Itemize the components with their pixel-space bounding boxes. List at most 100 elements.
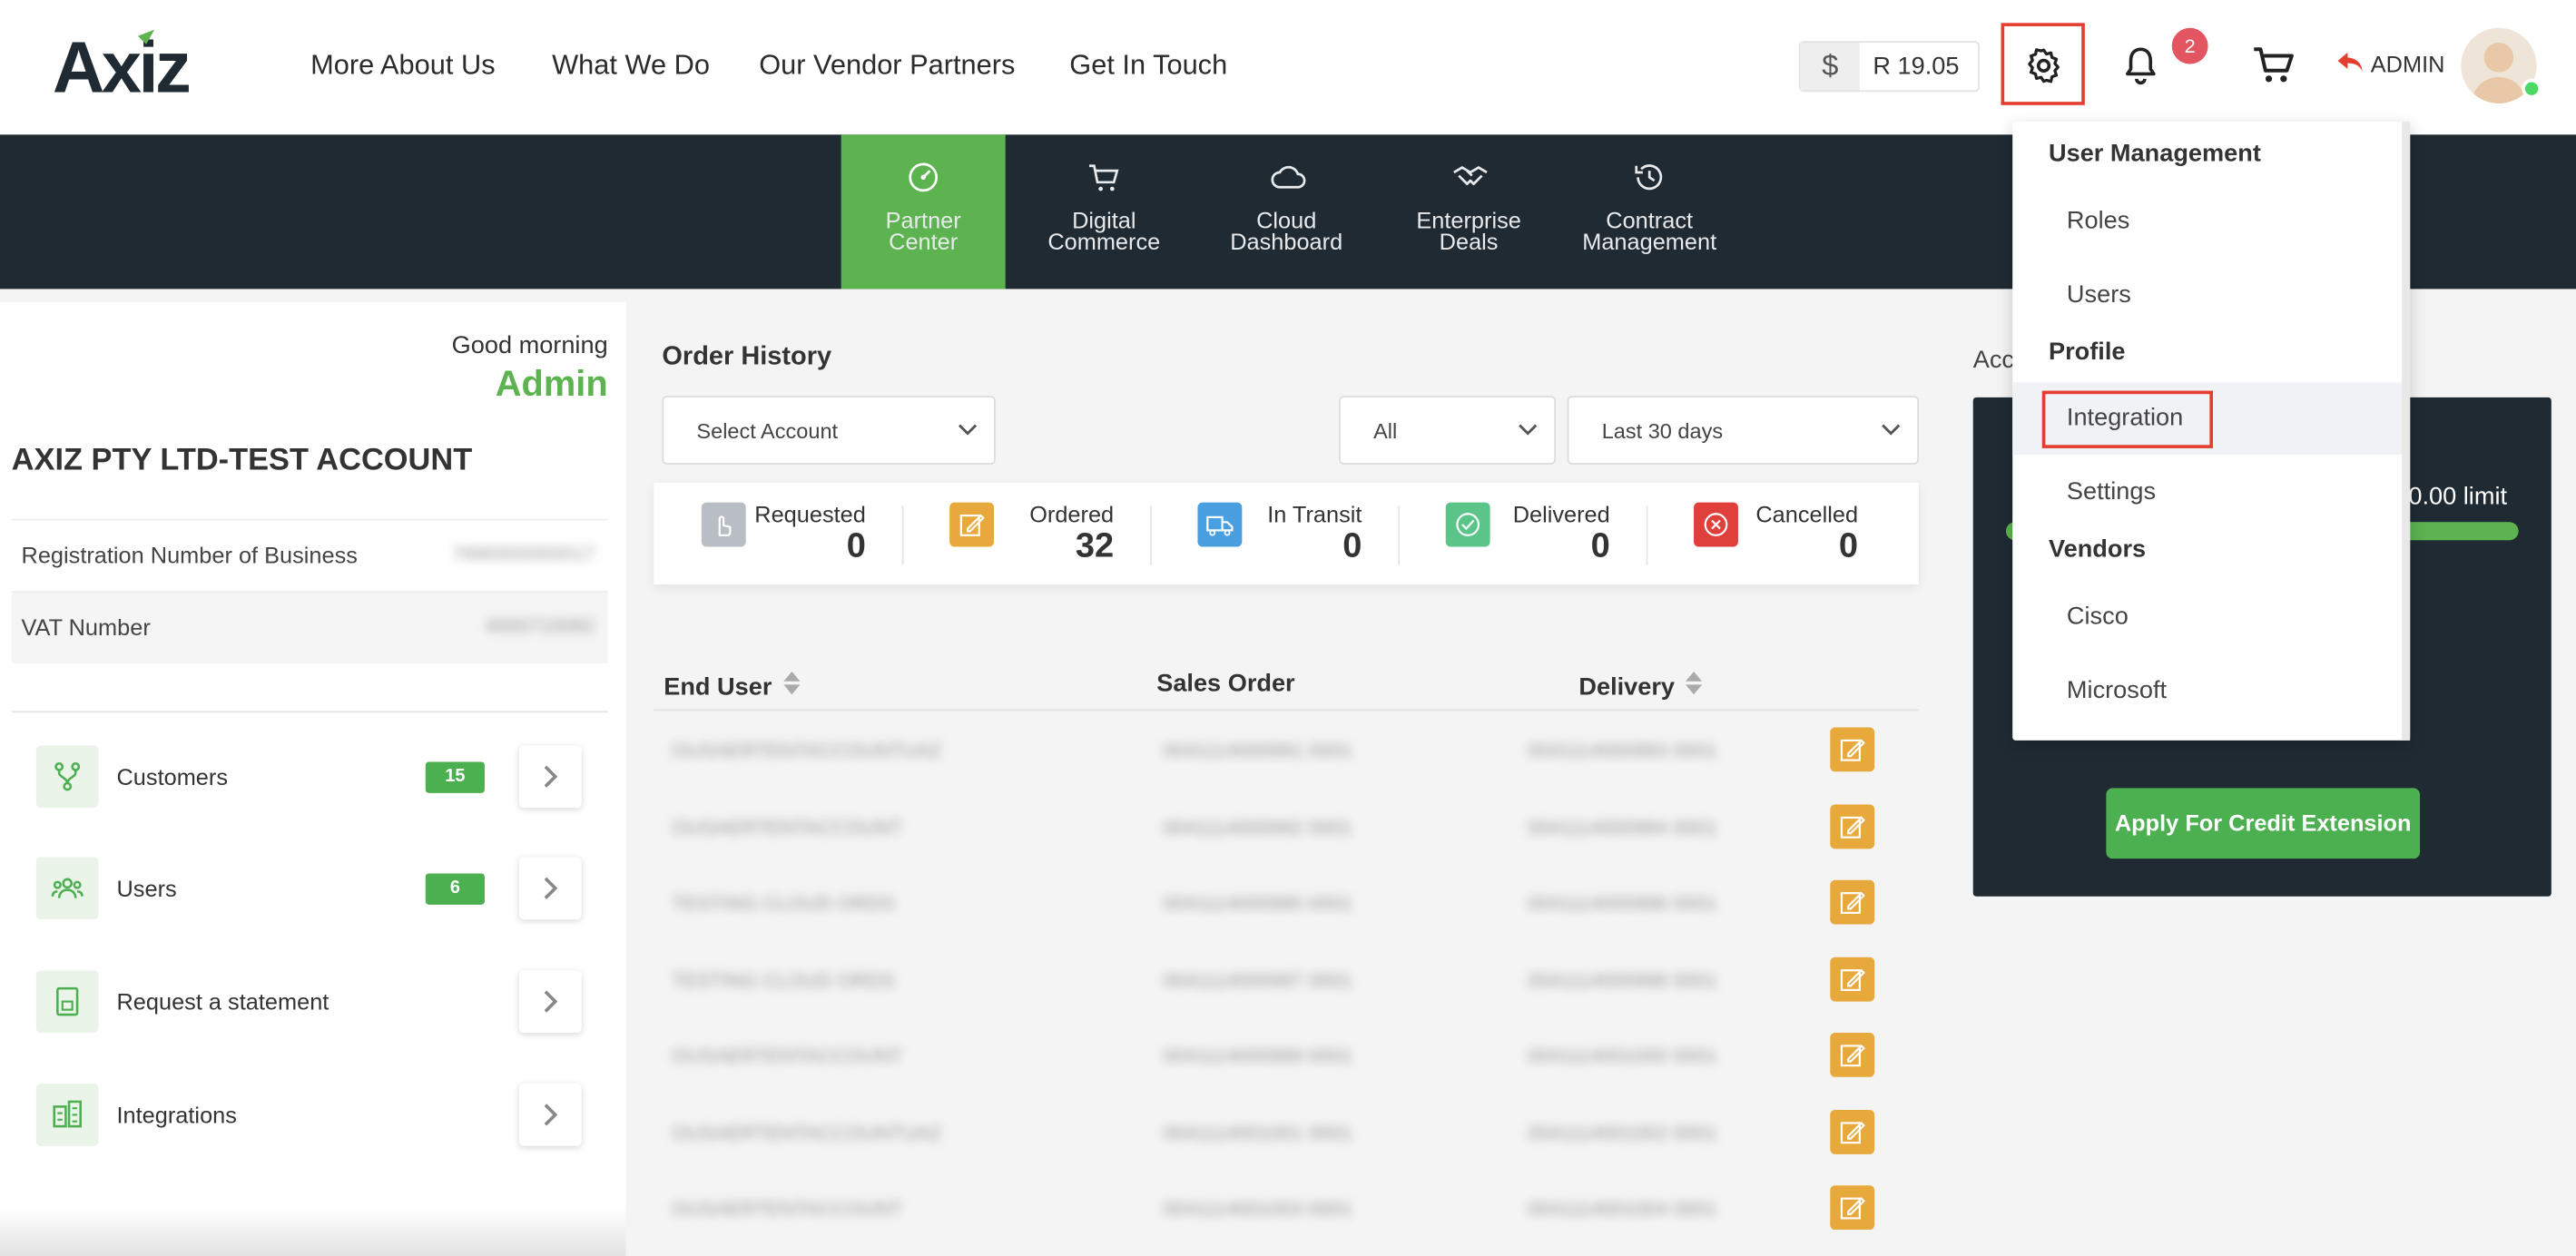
user-role-label[interactable]: ADMIN — [2371, 51, 2445, 77]
bell-icon[interactable] — [2121, 44, 2160, 87]
menu-item-users[interactable]: Users — [2012, 260, 2402, 332]
tab-enterprise-deals[interactable]: Enterprise Deals — [1387, 134, 1551, 289]
stat-label: Requested — [754, 500, 866, 527]
table-cell: TESTING CLOUD ORDS — [672, 891, 895, 915]
page: Axiz More About Us What We Do Our Vendor… — [0, 0, 2576, 1256]
menu-item-label: Integrations — [116, 1101, 237, 1128]
chevron-down-icon — [958, 424, 978, 436]
menu-item-microsoft[interactable]: Microsoft — [2012, 655, 2402, 728]
select-value: Select Account — [696, 418, 839, 444]
info-value: 4000710082 — [485, 613, 595, 637]
reply-icon[interactable] — [2336, 47, 2366, 77]
menu-item-settings[interactable]: Settings — [2012, 456, 2402, 529]
stat-value: 32 — [1075, 526, 1115, 565]
edit-order-button[interactable] — [1830, 879, 1875, 925]
column-header-delivery[interactable]: Delivery — [1578, 670, 1704, 702]
sort-icon — [1686, 671, 1703, 695]
chevron-right-button[interactable] — [518, 857, 582, 920]
apply-credit-extension-button[interactable]: Apply For Credit Extension — [2106, 788, 2421, 859]
menu-item-label: Customers — [116, 763, 229, 790]
nav-get-in-touch[interactable]: Get In Touch — [1069, 49, 1227, 82]
truck-icon — [1197, 502, 1243, 547]
menu-item-integrations[interactable]: Integrations — [35, 1084, 595, 1149]
integrations-icon — [35, 1084, 99, 1146]
status-filter-dropdown[interactable]: All — [1339, 396, 1557, 465]
tab-digital-commerce[interactable]: Digital Commerce — [1022, 134, 1186, 289]
stat-delivered[interactable]: Delivered 0 — [1398, 483, 1646, 584]
stat-requested[interactable]: Requested 0 — [654, 483, 901, 584]
notification-count-badge: 2 — [2171, 27, 2208, 64]
chevron-right-button[interactable] — [518, 970, 582, 1033]
edit-order-button[interactable] — [1830, 1032, 1875, 1077]
stat-in-transit[interactable]: In Transit 0 — [1150, 483, 1398, 584]
menu-item-users[interactable]: Users 6 — [35, 857, 595, 922]
info-row-registration: Registration Number of Business 78900000… — [11, 518, 608, 592]
table-cell: TESTING CLOUD ORDS — [672, 967, 895, 991]
online-status-dot — [2522, 78, 2542, 99]
menu-item-label: Users — [2066, 280, 2131, 309]
info-label: VAT Number — [21, 613, 151, 641]
select-account-dropdown[interactable]: Select Account — [662, 396, 996, 465]
column-header-end-user[interactable]: End User — [664, 670, 801, 702]
stat-cancelled[interactable]: Cancelled 0 — [1647, 483, 1894, 584]
column-label: Sales Order — [1156, 670, 1295, 698]
menu-item-cisco[interactable]: Cisco — [2012, 581, 2402, 653]
edit-order-button[interactable] — [1830, 1109, 1875, 1153]
chevron-down-icon — [1519, 424, 1538, 436]
edit-document-icon — [1840, 815, 1865, 838]
menu-item-label: Roles — [2066, 206, 2130, 235]
nav-vendor-partners[interactable]: Our Vendor Partners — [759, 49, 1015, 82]
dropdown-scrollbar[interactable] — [2402, 121, 2411, 741]
edit-document-icon — [1840, 1121, 1865, 1143]
tab-contract-management[interactable]: Contract Management — [1568, 134, 1732, 289]
menu-item-roles[interactable]: Roles — [2012, 185, 2402, 258]
nav-more-about-us[interactable]: More About Us — [310, 49, 496, 82]
menu-item-label: Cisco — [2066, 602, 2129, 631]
tab-cloud-dashboard[interactable]: Cloud Dashboard — [1204, 134, 1369, 289]
account-card-title: Acc — [1972, 346, 2015, 375]
edit-order-button[interactable] — [1830, 1185, 1875, 1231]
edit-order-button[interactable] — [1830, 727, 1875, 772]
info-value: 7890000000017 — [452, 542, 595, 565]
table-cell: OUSAERTENTACCOUNTUAZ — [672, 1120, 942, 1144]
chevron-right-icon — [544, 1104, 558, 1126]
edit-document-icon — [1840, 1197, 1865, 1220]
tab-line2: Center — [889, 228, 959, 255]
axiz-logo[interactable]: Axiz — [53, 26, 204, 107]
period-filter-dropdown[interactable]: Last 30 days — [1567, 396, 1920, 465]
x-circle-icon — [1694, 502, 1738, 547]
chevron-right-button[interactable] — [518, 1084, 582, 1146]
menu-item-request-statement[interactable]: Request a statement — [35, 970, 595, 1035]
tab-line2: Commerce — [1047, 228, 1161, 255]
company-name: AXIZ PTY LTD-TEST ACCOUNT — [11, 443, 473, 478]
menu-item-label: Request a statement — [116, 988, 329, 1016]
menu-item-customers[interactable]: Customers 15 — [35, 745, 595, 810]
credit-limit-text: 0.00 limit — [2408, 482, 2508, 511]
edit-order-button[interactable] — [1830, 956, 1875, 1001]
check-circle-icon — [1445, 502, 1490, 547]
nav-what-we-do[interactable]: What We Do — [552, 49, 710, 82]
stat-label: Cancelled — [1755, 500, 1859, 527]
stat-ordered[interactable]: Ordered 32 — [902, 483, 1150, 584]
settings-button[interactable] — [2001, 23, 2085, 105]
menu-item-label: Settings — [2066, 477, 2157, 506]
credit-value: R 19.05 — [1873, 52, 1960, 81]
history-icon — [1635, 164, 1663, 191]
chevron-right-button[interactable] — [518, 745, 582, 809]
edit-document-icon — [1840, 1044, 1865, 1067]
edit-order-button[interactable] — [1830, 803, 1875, 849]
stat-label: In Transit — [1267, 500, 1362, 527]
divider — [11, 711, 608, 713]
integration-highlight-box — [2041, 390, 2214, 448]
tab-line2: Deals — [1439, 228, 1499, 255]
cart-icon[interactable] — [2251, 44, 2297, 87]
tab-partner-center[interactable]: Partner Center — [841, 134, 1006, 289]
select-value: Last 30 days — [1601, 418, 1724, 444]
stat-label: Ordered — [1029, 500, 1115, 527]
info-row-vat: VAT Number 4000710082 — [11, 591, 608, 663]
table-cell: OUSAERTENTACCOUNT — [672, 1044, 903, 1067]
info-label: Registration Number of Business — [21, 542, 358, 568]
column-header-sales-order[interactable]: Sales Order — [1156, 670, 1294, 698]
cloud-icon — [1271, 165, 1306, 189]
svg-text:Axiz: Axiz — [53, 26, 189, 102]
